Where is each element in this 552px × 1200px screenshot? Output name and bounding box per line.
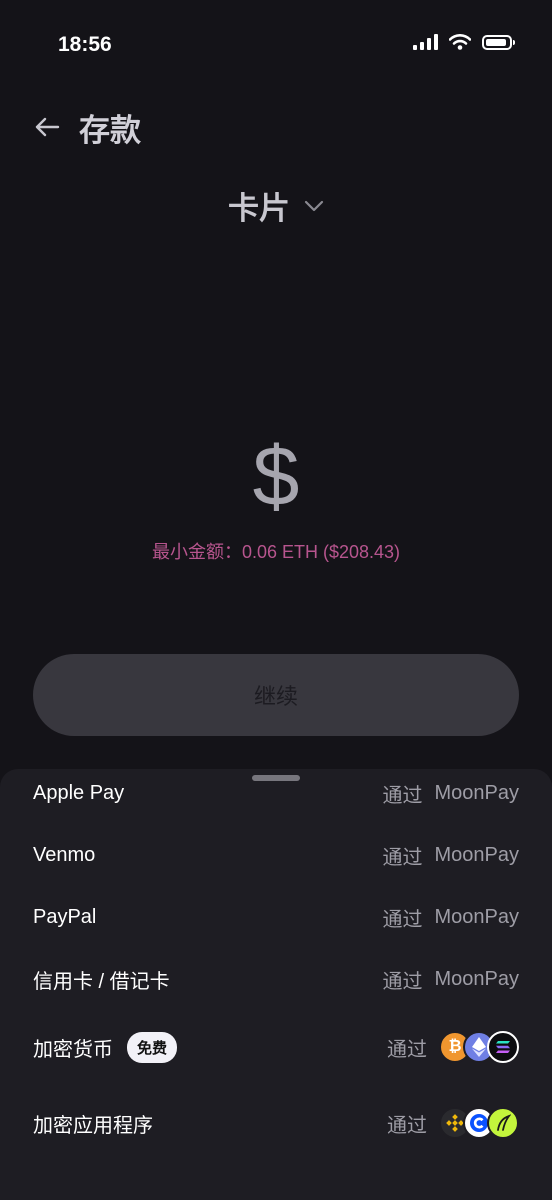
provider-label: MoonPay <box>434 905 520 928</box>
deposit-method-dropdown[interactable]: 卡片 <box>0 183 552 228</box>
free-badge: 免费 <box>127 1031 178 1063</box>
via-label: 通过 <box>387 1114 427 1137</box>
provider-label: MoonPay <box>434 843 520 866</box>
wifi-icon <box>449 34 471 50</box>
via-label: 通过 <box>387 1038 427 1061</box>
via-label: 通过 <box>382 970 423 993</box>
via-label: 通过 <box>382 908 423 931</box>
robinhood-icon <box>487 1107 519 1139</box>
back-arrow-icon[interactable] <box>32 112 62 142</box>
payment-method-label: 信用卡 / 借记卡 <box>33 970 170 993</box>
payment-row-paypal[interactable]: PayPal 通过 MoonPay <box>33 901 519 933</box>
status-bar: 18:56 <box>0 0 552 90</box>
payment-method-label: Venmo <box>33 843 96 866</box>
via-label: 通过 <box>382 784 423 807</box>
method-label: 卡片 <box>228 191 290 226</box>
payment-row-card[interactable]: 信用卡 / 借记卡 通过 MoonPay <box>33 963 519 995</box>
provider-label: MoonPay <box>434 967 520 990</box>
payment-row-crypto[interactable]: 加密货币 免费 通过 ₿ <box>33 1029 519 1065</box>
payment-method-label: 加密应用程序 <box>33 1114 153 1137</box>
payment-method-label: Apple Pay <box>33 781 125 804</box>
minimum-amount-text: 最小金额：0.06 ETH ($208.43) <box>151 542 401 562</box>
payment-methods-sheet: Apple Pay 通过 MoonPay Venmo 通过 MoonPay Pa… <box>0 769 552 1200</box>
page-title: 存款 <box>79 113 141 148</box>
amount-currency-symbol[interactable]: $ <box>0 428 552 524</box>
status-time: 18:56 <box>58 33 112 56</box>
provider-label: MoonPay <box>434 781 520 804</box>
payment-row-crypto-apps[interactable]: 加密应用程序 通过 <box>33 1105 519 1141</box>
payment-row-apple-pay[interactable]: Apple Pay 通过 MoonPay <box>33 777 519 809</box>
via-label: 通过 <box>382 846 423 869</box>
cellular-signal-icon <box>413 34 438 50</box>
continue-button[interactable]: 继续 <box>33 654 519 736</box>
battery-icon <box>482 34 515 50</box>
payment-row-venmo[interactable]: Venmo 通过 MoonPay <box>33 839 519 871</box>
chevron-down-icon <box>304 200 324 211</box>
payment-method-label: PayPal <box>33 905 97 928</box>
solana-icon <box>487 1031 519 1063</box>
payment-method-label: 加密货币 <box>33 1038 113 1061</box>
status-icons <box>413 34 515 50</box>
